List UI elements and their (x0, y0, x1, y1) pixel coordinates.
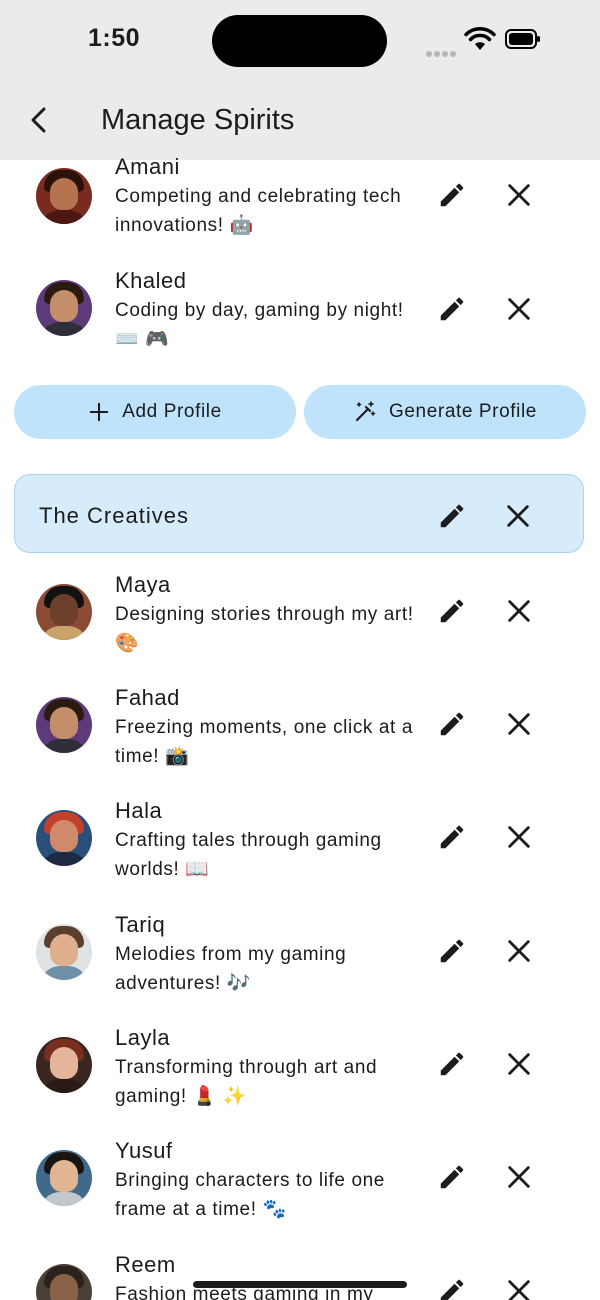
generate-profile-label: Generate Profile (389, 401, 537, 422)
avatar (36, 810, 92, 866)
profile-bio: Competing and celebrating tech innovatio… (115, 186, 402, 236)
close-icon[interactable] (505, 823, 533, 851)
status-time: 1:50 (88, 24, 141, 52)
profile-name: Reem (115, 1254, 176, 1277)
edit-icon[interactable] (437, 936, 467, 966)
avatar (36, 168, 92, 224)
status-bar: 1:50 (0, 0, 600, 82)
edit-icon[interactable] (437, 294, 467, 324)
group-header[interactable]: The Creatives (14, 474, 584, 553)
profile-name: Amani (115, 154, 180, 179)
edit-icon[interactable] (437, 1049, 467, 1079)
profile-name: Hala (115, 798, 163, 823)
close-icon[interactable] (505, 1163, 533, 1191)
profile-bio: Designing stories through my art! 🎨 (115, 604, 414, 654)
close-icon[interactable] (505, 597, 533, 625)
avatar (36, 584, 92, 640)
profile-bio: Freezing moments, one click at a time! 📸 (115, 717, 413, 767)
avatar (36, 697, 92, 753)
add-profile-label: Add Profile (122, 401, 222, 422)
profile-bio: Transforming through art and gaming! 💄 ✨ (115, 1057, 378, 1107)
close-icon[interactable] (505, 1277, 533, 1300)
avatar (36, 924, 92, 980)
app-bar: Manage Spirits (0, 82, 600, 160)
edit-icon[interactable] (437, 180, 467, 210)
close-icon[interactable] (505, 1050, 533, 1078)
close-icon[interactable] (504, 502, 532, 530)
profile-row-maya[interactable]: Maya Designing stories through my art! 🎨 (0, 572, 600, 684)
dynamic-island (212, 15, 387, 67)
profile-row-khaled[interactable]: Khaled Coding by day, gaming by night! ⌨… (0, 268, 600, 380)
avatar (36, 1264, 92, 1300)
profile-name: Tariq (115, 912, 166, 937)
edit-icon[interactable] (437, 1276, 467, 1300)
profile-bio: Bringing characters to life one frame at… (115, 1170, 385, 1220)
back-button[interactable] (24, 104, 56, 136)
avatar (36, 1150, 92, 1206)
edit-icon[interactable] (437, 822, 467, 852)
edit-icon[interactable] (437, 596, 467, 626)
add-profile-button[interactable]: Add Profile (14, 385, 296, 439)
profile-row-yusuf[interactable]: Yusuf Bringing characters to life one fr… (0, 1138, 600, 1250)
profile-bio: Melodies from my gaming adventures! 🎶 (115, 944, 347, 994)
plus-icon (89, 402, 109, 422)
profile-row-amani[interactable]: Amani Competing and celebrating tech inn… (0, 154, 600, 270)
profile-bio: Crafting tales through gaming worlds! 📖 (115, 830, 382, 880)
battery-icon (505, 29, 540, 49)
close-icon[interactable] (505, 937, 533, 965)
profile-row-fahad[interactable]: Fahad Freezing moments, one click at a t… (0, 685, 600, 797)
page-title: Manage Spirits (101, 104, 295, 136)
close-icon[interactable] (505, 181, 533, 209)
profile-row-layla[interactable]: Layla Transforming through art and gamin… (0, 1025, 600, 1137)
edit-icon[interactable] (437, 1162, 467, 1192)
avatar (36, 280, 92, 336)
edit-icon[interactable] (437, 501, 467, 531)
avatar (36, 1037, 92, 1093)
edit-icon[interactable] (437, 709, 467, 739)
close-icon[interactable] (505, 710, 533, 738)
group-name: The Creatives (39, 503, 189, 528)
profile-bio: Coding by day, gaming by night! ⌨️ 🎮 (115, 300, 404, 350)
magic-wand-icon (355, 401, 376, 422)
profile-row-tariq[interactable]: Tariq Melodies from my gaming adventures… (0, 912, 600, 1024)
profile-row-hala[interactable]: Hala Crafting tales through gaming world… (0, 798, 600, 910)
profile-name: Fahad (115, 685, 180, 710)
profile-name: Layla (115, 1025, 171, 1050)
profile-name: Maya (115, 572, 171, 597)
close-icon[interactable] (505, 295, 533, 323)
cellular-signal-icon (426, 44, 458, 62)
profile-row-reem[interactable]: Reem Fashion meets gaming in my (0, 1254, 600, 1300)
profile-name: Khaled (115, 268, 187, 293)
profile-name: Yusuf (115, 1138, 173, 1163)
generate-profile-button[interactable]: Generate Profile (304, 385, 586, 439)
home-indicator[interactable] (193, 1281, 407, 1288)
wifi-icon (464, 27, 496, 50)
